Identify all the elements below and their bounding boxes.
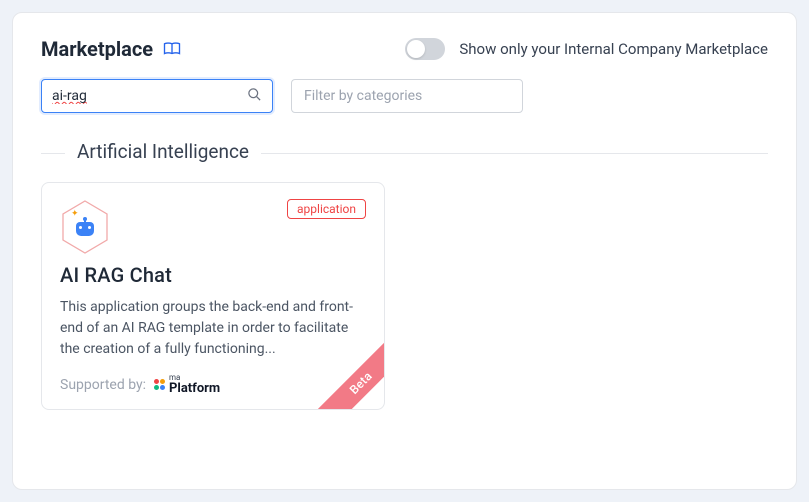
platform-dots-icon <box>154 379 165 390</box>
platform-large-text: Platform <box>169 382 220 395</box>
search-field-wrap[interactable] <box>41 79 273 113</box>
section-ai: Artificial Intelligence ✦ <box>41 153 768 410</box>
page-title: Marketplace <box>41 37 153 61</box>
toggle-knob <box>407 40 425 58</box>
header-left: Marketplace <box>41 37 181 61</box>
book-icon[interactable] <box>163 41 181 57</box>
sparkle-icon: ✦ <box>71 209 79 219</box>
category-filter[interactable]: Filter by categories <box>291 79 523 113</box>
filters-row: Filter by categories <box>41 79 768 113</box>
card-ai-rag-chat[interactable]: ✦ application AI RAG Chat This applicati… <box>41 182 385 410</box>
toggle-label: Show only your Internal Company Marketpl… <box>459 40 768 58</box>
supported-row: Supported by: ma Platform <box>60 374 366 395</box>
type-badge: application <box>287 199 366 219</box>
search-icon[interactable] <box>247 87 262 106</box>
cards-grid: ✦ application AI RAG Chat This applicati… <box>41 182 768 410</box>
app-hex-icon: ✦ <box>60 199 110 255</box>
marketplace-panel: Marketplace Show only your Internal Comp… <box>12 12 797 490</box>
platform-logo: ma Platform <box>154 374 220 395</box>
bot-icon <box>76 222 94 236</box>
supported-by-label: Supported by: <box>60 377 146 393</box>
search-input[interactable] <box>52 88 247 104</box>
internal-marketplace-toggle[interactable] <box>405 38 445 60</box>
card-title: AI RAG Chat <box>60 263 366 287</box>
toggle-group: Show only your Internal Company Marketpl… <box>405 38 768 60</box>
header-row: Marketplace Show only your Internal Comp… <box>41 37 768 61</box>
category-placeholder: Filter by categories <box>304 88 422 104</box>
card-top: ✦ application <box>60 199 366 255</box>
section-rule: Artificial Intelligence <box>41 153 768 154</box>
section-label: Artificial Intelligence <box>65 140 261 163</box>
card-description: This application groups the back-end and… <box>60 297 366 360</box>
